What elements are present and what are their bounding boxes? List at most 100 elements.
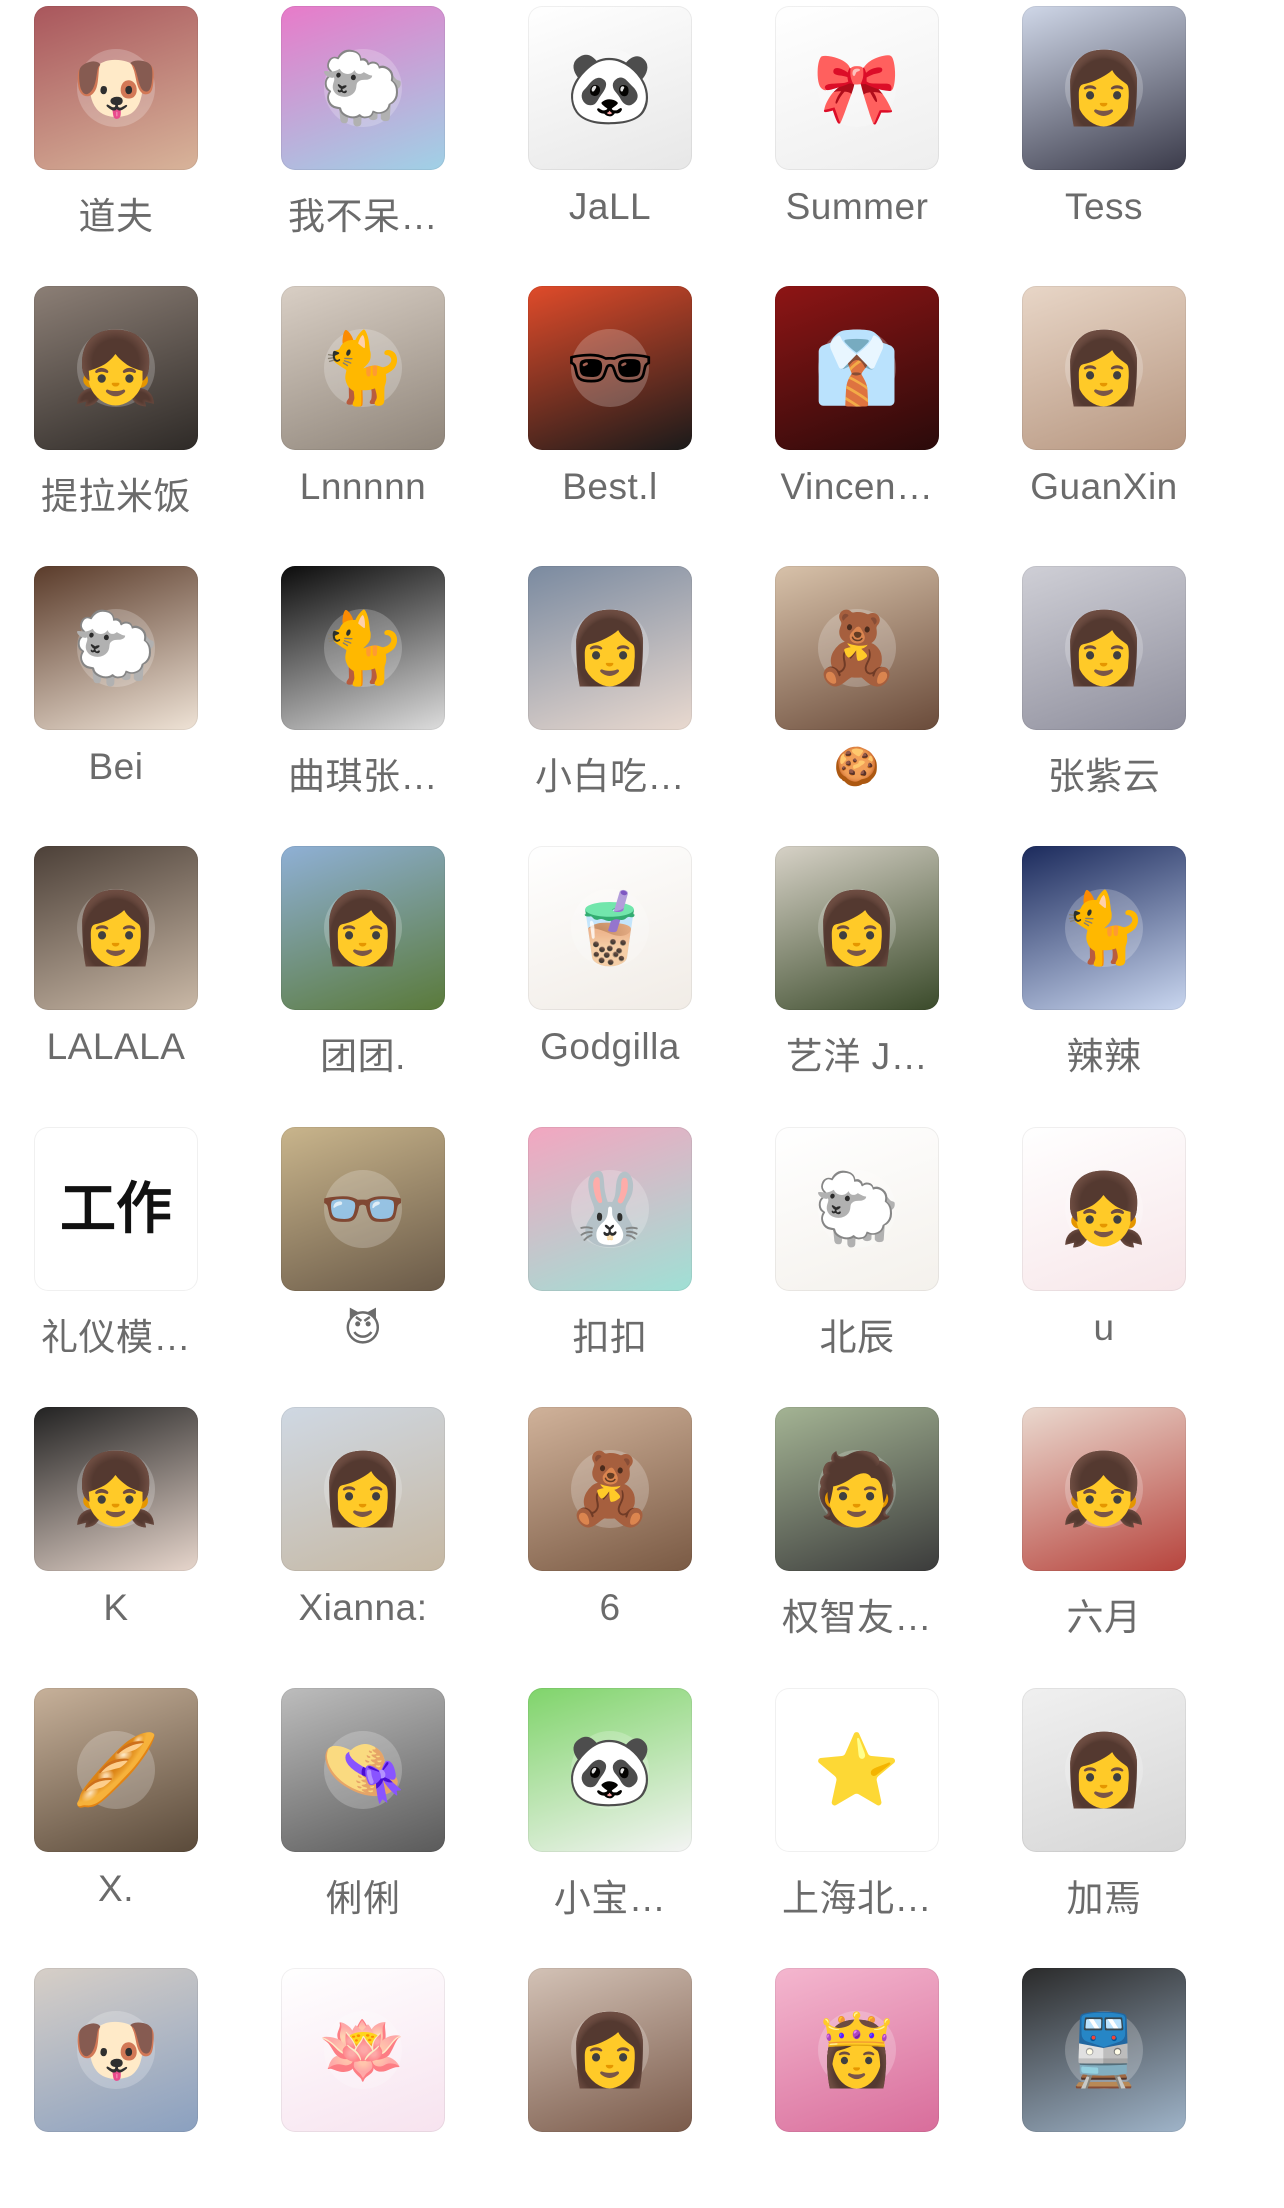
avatar-glyph: 🎀 <box>813 47 901 129</box>
girl-with-bread-avatar[interactable]: 🥖 <box>34 1688 198 1852</box>
girl-black-dress-avatar[interactable]: 👩 <box>34 846 198 1010</box>
contact-name: 辣辣 <box>1066 1036 1142 1077</box>
contact-item[interactable]: 🐑 我不呆… <box>247 6 479 246</box>
avatar-glyph: 🥖 <box>72 1729 160 1811</box>
contact-item[interactable]: 🐈 辣辣 <box>988 846 1220 1086</box>
contact-item[interactable]: 🧸 🍪 <box>741 566 973 806</box>
portrait-girl-avatar[interactable]: 👩 <box>1022 286 1186 450</box>
contact-item[interactable]: 🪷 <box>247 1968 479 2208</box>
beidouxing-logo-avatar[interactable]: ⭐ <box>775 1688 939 1852</box>
contact-item[interactable]: 🐶 道夫 <box>0 6 232 246</box>
hello-kitty-avatar[interactable]: 🎀 <box>775 6 939 170</box>
sketch-girl-avatar[interactable]: 👩 <box>1022 1688 1186 1852</box>
contact-item[interactable]: 工作礼仪模… <box>0 1127 232 1367</box>
contact-item[interactable]: 👩 加焉 <box>988 1688 1220 1928</box>
avatar-glyph: 🐈 <box>319 327 407 409</box>
girl-hat-avatar[interactable]: 👒 <box>281 1688 445 1852</box>
contact-item[interactable]: 🧋 Godgilla <box>494 846 726 1086</box>
car-selfie-avatar[interactable]: 👩 <box>528 566 692 730</box>
black-cat-avatar[interactable]: 🐈 <box>281 286 445 450</box>
contact-item[interactable]: 🐼 JaLL <box>494 6 726 246</box>
avatar-glyph: 🐼 <box>566 1729 654 1811</box>
boy-plush-avatar[interactable]: 🧸 <box>528 1407 692 1571</box>
avatar-glyph: 🐑 <box>813 1168 901 1250</box>
contact-item[interactable]: 🎀 Summer <box>741 6 973 246</box>
selfie-girl-avatar[interactable]: 👧 <box>34 286 198 450</box>
cat-bubble-tea-avatar[interactable]: 🧋 <box>528 846 692 1010</box>
contact-item[interactable]: 👔 Vincen… <box>741 286 973 526</box>
contact-item[interactable]: ⭐ 上海北… <box>741 1688 973 1928</box>
avatar-glyph: 🧸 <box>566 1448 654 1530</box>
contact-item[interactable]: 🧸 6 <box>494 1407 726 1647</box>
contact-item[interactable]: 👩 团团. <box>247 846 479 1086</box>
contact-name: Godgilla <box>540 1026 680 1067</box>
contact-item[interactable]: 🥖 X. <box>0 1688 232 1928</box>
man-sitting-avatar[interactable]: 🧑 <box>775 1407 939 1571</box>
barbie-avatar[interactable]: 👸 <box>775 1968 939 2132</box>
avatar-glyph: 👩 <box>72 887 160 969</box>
avatar-glyph: ⭐ <box>813 1729 901 1811</box>
avatar-glyph: 👩 <box>566 2009 654 2091</box>
illustrated-girl-avatar[interactable]: 👩 <box>1022 6 1186 170</box>
contact-item[interactable]: 👩 Tess <box>988 6 1220 246</box>
girl-selfie-avatar[interactable]: 👩 <box>528 1968 692 2132</box>
contact-item[interactable]: 👩 艺洋 J… <box>741 846 973 1086</box>
hello-kitty-lotus-avatar[interactable]: 🪷 <box>281 1968 445 2132</box>
crying-girl-avatar[interactable]: 👧 <box>1022 1407 1186 1571</box>
contact-item[interactable]: 🐑 Bei <box>0 566 232 806</box>
contact-name: 礼仪模… <box>41 1317 191 1358</box>
contact-item[interactable]: 👩 小白吃… <box>494 566 726 806</box>
girl-beach-avatar[interactable]: 👩 <box>281 1407 445 1571</box>
cartoon-girl-avatar[interactable]: 👧 <box>1022 1127 1186 1291</box>
contact-item[interactable]: 👧 K <box>0 1407 232 1647</box>
girl-with-dog-avatar[interactable]: 🐶 <box>34 1968 198 2132</box>
contact-item[interactable]: 👒 俐俐 <box>247 1688 479 1928</box>
contact-item[interactable]: 🚆 <box>988 1968 1220 2208</box>
cartoon-lamb-avatar[interactable]: 🐑 <box>281 6 445 170</box>
contact-item[interactable]: 👩 <box>494 1968 726 2208</box>
contact-name: 团团. <box>320 1036 406 1077</box>
panda-sunglasses-avatar[interactable]: 🐼 <box>528 6 692 170</box>
girl-with-bear-avatar[interactable]: 🧸 <box>775 566 939 730</box>
bangs-girl-avatar[interactable]: 👧 <box>34 1407 198 1571</box>
train-window-avatar[interactable]: 🚆 <box>1022 1968 1186 2132</box>
blonde-girl-glasses-avatar[interactable]: 👓 <box>281 1127 445 1291</box>
contact-name: 张紫云 <box>1047 756 1161 797</box>
contact-item[interactable]: 🐰 扣扣 <box>494 1127 726 1367</box>
contact-item[interactable]: 👩 Xianna: <box>247 1407 479 1647</box>
plush-sheep-avatar[interactable]: 🐑 <box>34 566 198 730</box>
contact-name: Tess <box>1064 186 1144 227</box>
panda-cartoon-avatar[interactable]: 🐼 <box>528 1688 692 1852</box>
contact-item[interactable]: 🐈 Lnnnnn <box>247 286 479 526</box>
text-work-avatar[interactable]: 工作 <box>34 1127 198 1291</box>
black-cat-snow-avatar[interactable]: 🐈 <box>281 566 445 730</box>
elegant-girl-avatar[interactable]: 👩 <box>775 846 939 1010</box>
avatar-glyph: 🧸 <box>813 607 901 689</box>
contact-item[interactable]: 👧 提拉米饭 <box>0 286 232 526</box>
contact-item[interactable]: 👧 u <box>988 1127 1220 1367</box>
contact-item[interactable]: 🧑 权智友… <box>741 1407 973 1647</box>
contact-item[interactable]: 👩 LALALA <box>0 846 232 1086</box>
man-red-suit-avatar[interactable]: 👔 <box>775 286 939 450</box>
manga-character-avatar[interactable]: 🕶 <box>528 286 692 450</box>
contact-item[interactable]: 🐑 北辰 <box>741 1127 973 1367</box>
contact-item[interactable]: 👸 <box>741 1968 973 2208</box>
contact-item[interactable]: 👩 张紫云 <box>988 566 1220 806</box>
cartoon-stickers-avatar[interactable]: 🐰 <box>528 1127 692 1291</box>
fluffy-lambs-avatar[interactable]: 🐑 <box>775 1127 939 1291</box>
girl-in-bed-avatar[interactable]: 👩 <box>1022 566 1186 730</box>
contact-item[interactable]: 👓 😈 <box>247 1127 479 1367</box>
contact-name: 俐俐 <box>325 1878 401 1919</box>
contact-name: 扣扣 <box>572 1317 648 1358</box>
contact-item[interactable]: 🐈 曲琪张… <box>247 566 479 806</box>
avatar-glyph: 🕶 <box>565 327 655 409</box>
contact-item[interactable]: 👩 GuanXin <box>988 286 1220 526</box>
girl-outdoors-avatar[interactable]: 👩 <box>281 846 445 1010</box>
contact-name: 道夫 <box>78 196 154 237</box>
contact-item[interactable]: 🐼 小宝… <box>494 1688 726 1928</box>
contact-item[interactable]: 👧 六月 <box>988 1407 1220 1647</box>
contact-item[interactable]: 🐶 <box>0 1968 232 2208</box>
contact-item[interactable]: 🕶 Best.l <box>494 286 726 526</box>
white-cat-snow-avatar[interactable]: 🐈 <box>1022 846 1186 1010</box>
dog-avatar[interactable]: 🐶 <box>34 6 198 170</box>
